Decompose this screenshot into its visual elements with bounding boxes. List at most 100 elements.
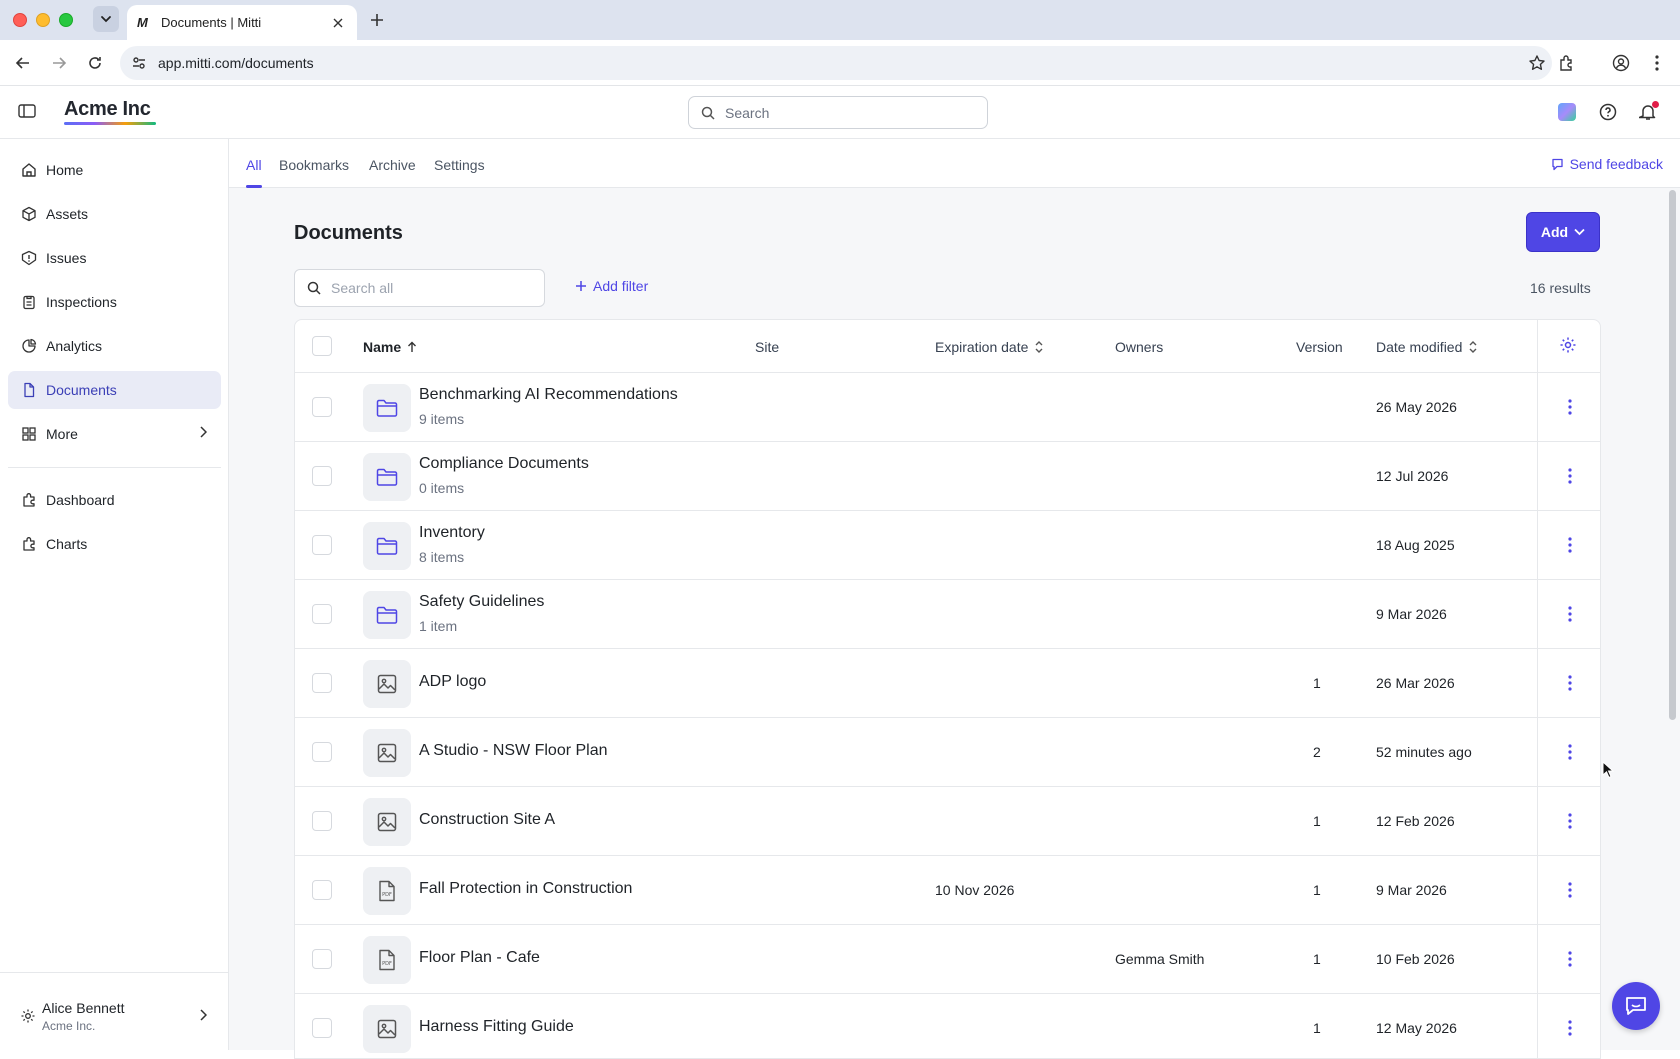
row-checkbox[interactable] bbox=[312, 880, 332, 900]
sidebar-toggle-button[interactable] bbox=[18, 103, 38, 123]
pdf-file-icon: PDF bbox=[378, 949, 396, 971]
row-checkbox[interactable] bbox=[312, 811, 332, 831]
row-actions-button[interactable] bbox=[1558, 464, 1582, 488]
bookmark-star-icon[interactable] bbox=[1528, 54, 1546, 72]
search-all-input[interactable]: Search all bbox=[294, 269, 545, 307]
sidebar-item-more[interactable]: More bbox=[8, 415, 221, 453]
table-row[interactable]: Compliance Documents 0 items 12 Jul 2026 bbox=[295, 442, 1600, 511]
notifications-button[interactable] bbox=[1637, 101, 1659, 123]
row-actions-button[interactable] bbox=[1558, 671, 1582, 695]
add-button[interactable]: Add bbox=[1526, 212, 1600, 252]
table-row[interactable]: ADP logo 1 26 Mar 2026 bbox=[295, 649, 1600, 718]
row-checkbox[interactable] bbox=[312, 1018, 332, 1038]
column-header-owners[interactable]: Owners bbox=[1115, 339, 1163, 355]
browser-menu-button[interactable] bbox=[1646, 52, 1668, 74]
new-tab-button[interactable] bbox=[366, 9, 388, 31]
row-actions-button[interactable] bbox=[1558, 878, 1582, 902]
row-actions-button[interactable] bbox=[1558, 809, 1582, 833]
row-date-modified: 12 Feb 2026 bbox=[1376, 813, 1455, 829]
sidebar-item-assets[interactable]: Assets bbox=[8, 195, 221, 233]
row-name[interactable]: Construction Site A bbox=[419, 811, 555, 829]
global-search-input[interactable]: Search bbox=[688, 96, 988, 129]
page-scrollbar[interactable] bbox=[1669, 190, 1676, 720]
brand-logo[interactable]: Acme Inc bbox=[64, 98, 151, 121]
table-row[interactable]: Benchmarking AI Recommendations 9 items 26… bbox=[295, 373, 1600, 442]
back-button[interactable] bbox=[12, 52, 34, 74]
tab-search-button[interactable] bbox=[93, 6, 119, 32]
row-actions-button[interactable] bbox=[1558, 740, 1582, 764]
column-header-name[interactable]: Name bbox=[363, 339, 417, 355]
sidebar-item-charts[interactable]: Charts bbox=[8, 525, 221, 563]
sidebar-item-label: Home bbox=[46, 162, 84, 178]
browser-tab[interactable]: M Documents | Mitti bbox=[127, 5, 357, 40]
address-bar[interactable]: app.mitti.com/documents bbox=[120, 46, 1552, 80]
add-filter-button[interactable]: Add filter bbox=[575, 278, 648, 294]
brand-underline bbox=[64, 122, 156, 125]
table-row[interactable]: Inventory 8 items 18 Aug 2025 bbox=[295, 511, 1600, 580]
minimize-window-button[interactable] bbox=[36, 13, 50, 27]
row-checkbox[interactable] bbox=[312, 742, 332, 762]
row-name[interactable]: Safety Guidelines bbox=[419, 593, 544, 611]
row-actions-button[interactable] bbox=[1558, 1016, 1582, 1040]
tab-bookmarks[interactable]: Bookmarks bbox=[279, 157, 349, 173]
sidebar-item-home[interactable]: Home bbox=[8, 151, 221, 189]
row-actions-button[interactable] bbox=[1558, 602, 1582, 626]
row-name[interactable]: Harness Fitting Guide bbox=[419, 1018, 574, 1036]
chat-support-button[interactable] bbox=[1612, 982, 1660, 1030]
row-name[interactable]: Fall Protection in Construction bbox=[419, 880, 632, 898]
site-settings-icon[interactable] bbox=[130, 54, 148, 72]
sidebar-item-analytics[interactable]: Analytics bbox=[8, 327, 221, 365]
table-row[interactable]: Safety Guidelines 1 item 9 Mar 2026 bbox=[295, 580, 1600, 649]
row-checkbox[interactable] bbox=[312, 949, 332, 969]
row-name[interactable]: Benchmarking AI Recommendations bbox=[419, 386, 678, 404]
tab-settings[interactable]: Settings bbox=[434, 157, 485, 173]
row-actions-button[interactable] bbox=[1558, 395, 1582, 419]
table-settings-button[interactable] bbox=[1559, 336, 1577, 354]
zoom-window-button[interactable] bbox=[59, 13, 73, 27]
tab-all[interactable]: All bbox=[246, 157, 262, 173]
table-row[interactable]: PDF Floor Plan - Cafe Gemma Smith 1 10 Feb 2… bbox=[295, 925, 1600, 994]
row-actions-button[interactable] bbox=[1558, 533, 1582, 557]
sidebar-icon bbox=[18, 104, 36, 118]
reload-button[interactable] bbox=[84, 52, 106, 74]
column-header-version[interactable]: Version bbox=[1296, 339, 1343, 355]
send-feedback-link[interactable]: Send feedback bbox=[1551, 156, 1663, 172]
table-row[interactable]: A Studio - NSW Floor Plan 2 52 minutes ago bbox=[295, 718, 1600, 787]
tab-close-button[interactable] bbox=[329, 14, 347, 32]
svg-text:PDF: PDF bbox=[382, 961, 392, 967]
row-name[interactable]: A Studio - NSW Floor Plan bbox=[419, 742, 608, 760]
row-name[interactable]: Floor Plan - Cafe bbox=[419, 949, 540, 967]
column-header-site[interactable]: Site bbox=[755, 339, 779, 355]
table-row[interactable]: PDF Fall Protection in Construction 10 Nov… bbox=[295, 856, 1600, 925]
forward-button[interactable] bbox=[48, 52, 70, 74]
row-checkbox[interactable] bbox=[312, 466, 332, 486]
row-actions-button[interactable] bbox=[1558, 947, 1582, 971]
row-version: 1 bbox=[1313, 882, 1321, 898]
column-header-modified[interactable]: Date modified bbox=[1376, 339, 1478, 355]
row-checkbox[interactable] bbox=[312, 604, 332, 624]
column-expiration-label: Expiration date bbox=[935, 339, 1029, 355]
row-checkbox[interactable] bbox=[312, 397, 332, 417]
row-checkbox[interactable] bbox=[312, 535, 332, 555]
row-name[interactable]: ADP logo bbox=[419, 673, 486, 691]
profile-button[interactable] bbox=[1610, 52, 1632, 74]
sidebar-item-documents[interactable]: Documents bbox=[8, 371, 221, 409]
table-row[interactable]: Harness Fitting Guide 1 12 May 2026 bbox=[295, 994, 1600, 1058]
help-button[interactable] bbox=[1597, 101, 1619, 123]
close-window-button[interactable] bbox=[13, 13, 27, 27]
row-checkbox[interactable] bbox=[312, 673, 332, 693]
row-name[interactable]: Inventory bbox=[419, 524, 485, 542]
ai-assistant-button[interactable] bbox=[1556, 101, 1578, 123]
sidebar-item-issues[interactable]: Issues bbox=[8, 239, 221, 277]
user-menu[interactable]: Alice Bennett Acme Inc. bbox=[0, 972, 229, 1050]
extensions-button[interactable] bbox=[1556, 52, 1578, 74]
row-name[interactable]: Compliance Documents bbox=[419, 455, 589, 473]
column-header-expiration[interactable]: Expiration date bbox=[935, 339, 1044, 355]
sidebar-item-dashboard[interactable]: Dashboard bbox=[8, 481, 221, 519]
table-row[interactable]: Construction Site A 1 12 Feb 2026 bbox=[295, 787, 1600, 856]
tab-archive[interactable]: Archive bbox=[369, 157, 416, 173]
add-button-label: Add bbox=[1540, 224, 1569, 240]
select-all-checkbox[interactable] bbox=[312, 336, 332, 356]
sidebar-item-label: More bbox=[46, 426, 78, 442]
sidebar-item-inspections[interactable]: Inspections bbox=[8, 283, 221, 321]
